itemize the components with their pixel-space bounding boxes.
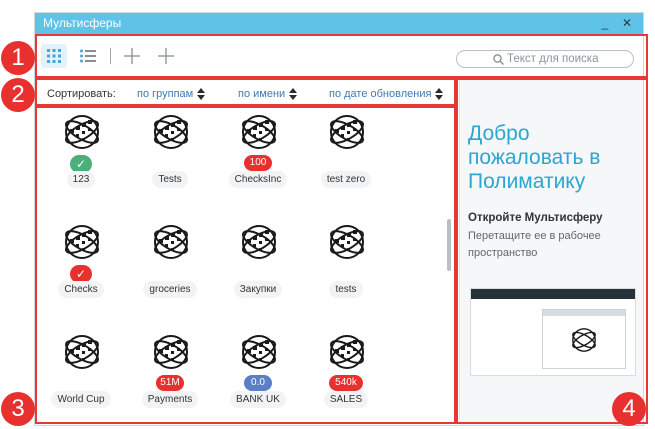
annotation-box-welcome [456, 78, 648, 424]
annotation-number-1: 1 [1, 41, 35, 75]
annotation-number-4: 4 [612, 392, 646, 426]
annotation-box-toolbar [35, 34, 648, 78]
minimize-button[interactable]: _ [597, 13, 613, 34]
annotation-box-grid [35, 106, 456, 424]
annotation-number-3: 3 [1, 392, 35, 426]
window-title: Мультисферы [43, 16, 122, 30]
close-button[interactable]: ✕ [619, 13, 635, 34]
window-titlebar: Мультисферы _ ✕ [35, 13, 643, 34]
annotation-box-sortbar [35, 78, 456, 106]
annotation-number-2: 2 [1, 78, 35, 112]
